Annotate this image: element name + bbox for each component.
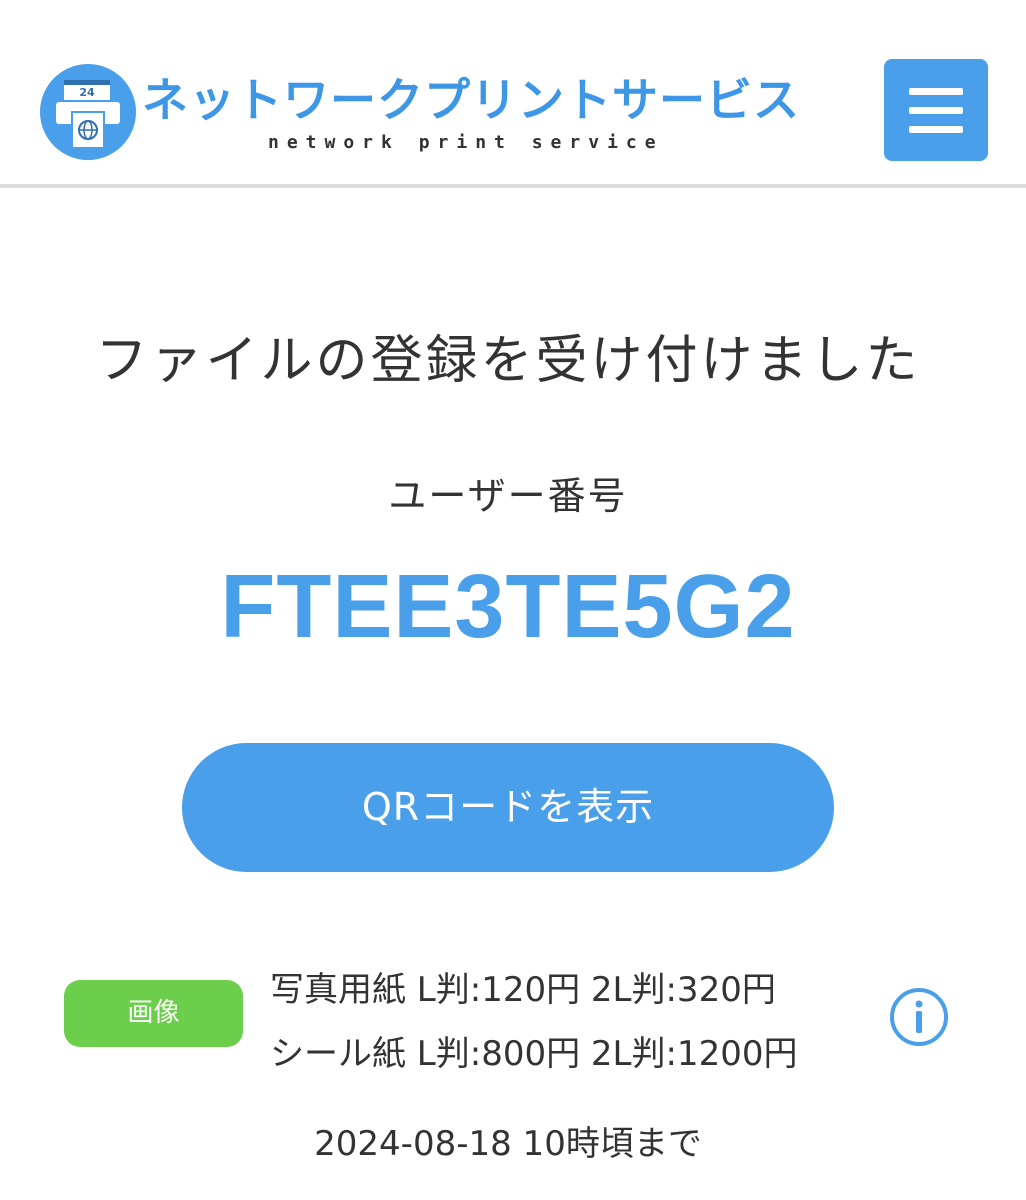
- menu-button[interactable]: [884, 59, 988, 161]
- logo-subtitle: network print service: [268, 132, 664, 153]
- logo-title: ネットワークプリントサービス: [142, 73, 800, 127]
- show-qr-code-button[interactable]: QRコードを表示: [182, 743, 834, 872]
- info-icon[interactable]: [888, 986, 950, 1048]
- page-title: ファイルの登録を受け付けました: [95, 331, 921, 391]
- file-type-badge: 画像: [64, 980, 243, 1047]
- user-number-label: ユーザー番号: [388, 474, 628, 518]
- printer-globe-icon: 24: [40, 64, 136, 160]
- logo[interactable]: 24 ネットワークプリントサービス network print service: [38, 62, 799, 162]
- price-line-sticker-paper: シール紙 L判:800円 2L判:1200円: [270, 1034, 798, 1074]
- header: 24 ネットワークプリントサービス network print service: [0, 0, 1026, 188]
- user-number: FTEE3TE5G2: [220, 557, 796, 657]
- price-line-photo-paper: 写真用紙 L判:120円 2L判:320円: [270, 970, 776, 1010]
- logo-badge-text: 24: [79, 86, 95, 99]
- print-deadline: 2024-08-18 10時頃まで: [314, 1124, 702, 1164]
